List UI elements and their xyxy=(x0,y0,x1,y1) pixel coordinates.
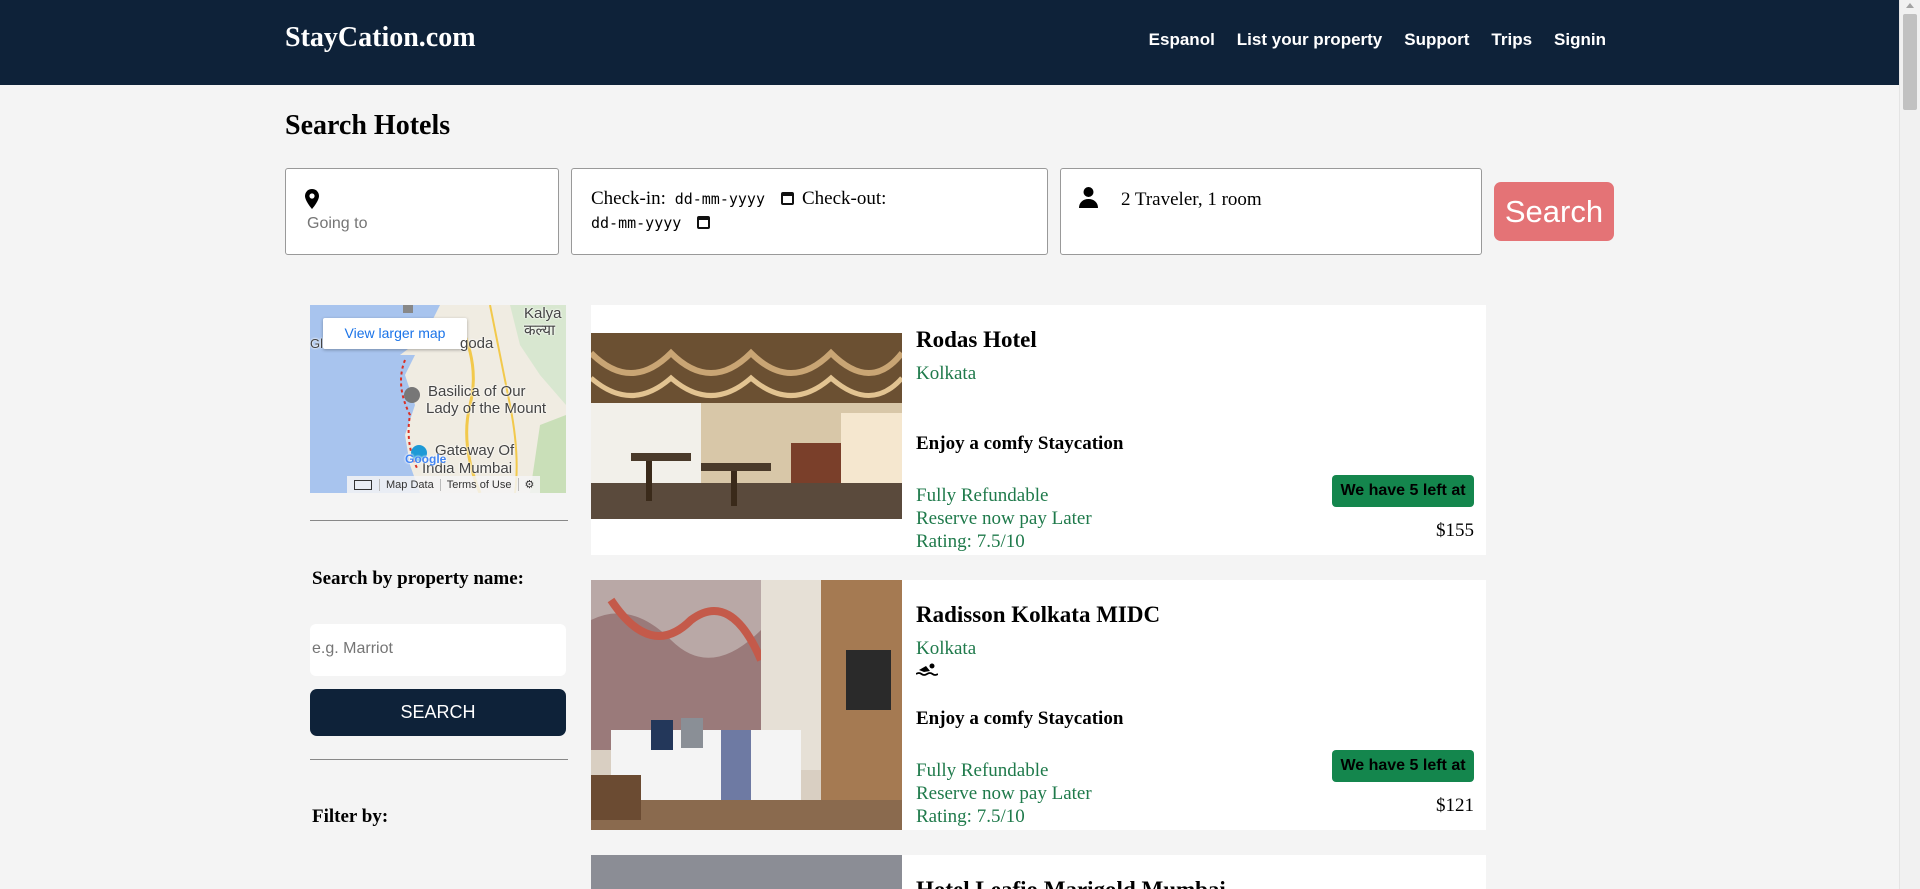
checkin-calendar-icon[interactable] xyxy=(781,192,794,205)
map-pin-icon xyxy=(305,189,319,209)
map-data-link[interactable]: Map Data xyxy=(379,478,440,491)
hotel-tagline: Enjoy a comfy Staycation xyxy=(916,708,1124,729)
hotel-name[interactable]: Radisson Kolkata MIDC xyxy=(916,602,1160,628)
hotel-card[interactable]: Hotel Leafio Marigold Mumbai xyxy=(591,855,1486,889)
scroll-up-arrow-icon[interactable] xyxy=(1906,3,1914,8)
page-title: Search Hotels xyxy=(285,110,451,141)
nav-links: Espanol List your property Support Trips… xyxy=(1149,30,1606,50)
person-icon xyxy=(1079,187,1098,208)
filter-heading: Filter by: xyxy=(312,806,389,827)
map-footer: Map Data Terms of Use ⚙ xyxy=(347,476,541,493)
page-scrollbar[interactable] xyxy=(1899,0,1920,889)
nav-support[interactable]: Support xyxy=(1404,30,1469,50)
checkout-label: Check-out: xyxy=(802,188,887,209)
map-label: कल्या xyxy=(524,322,555,339)
map-label: goda xyxy=(460,335,494,352)
hotel-image[interactable] xyxy=(591,580,902,830)
swimming-icon xyxy=(916,663,938,676)
refund-text: Fully Refundable xyxy=(916,760,1049,781)
availability-badge: We have 5 left at xyxy=(1332,475,1474,507)
sidebar-divider xyxy=(310,520,568,521)
hotel-name[interactable]: Hotel Leafio Marigold Mumbai xyxy=(916,877,1226,889)
reserve-text: Reserve now pay Later xyxy=(916,508,1092,529)
nav-espanol[interactable]: Espanol xyxy=(1149,30,1215,50)
travelers-selector[interactable]: 2 Traveler, 1 room xyxy=(1060,168,1482,255)
nav-trips[interactable]: Trips xyxy=(1491,30,1532,50)
map-label: Gateway Of xyxy=(435,442,515,459)
availability-badge: We have 5 left at xyxy=(1332,750,1474,782)
hotel-price: $121 xyxy=(1436,795,1474,816)
property-search-button[interactable]: SEARCH xyxy=(310,689,566,736)
top-navbar: StayCation.com Espanol List your propert… xyxy=(0,0,1899,85)
bedroom-photo xyxy=(591,580,902,830)
property-name-input[interactable]: e.g. Marriot xyxy=(310,624,566,676)
google-logo: Google xyxy=(405,452,447,466)
map-label: Basilica of Our xyxy=(428,383,526,400)
hotel-tagline: Enjoy a comfy Staycation xyxy=(916,433,1124,454)
hotel-card[interactable]: Radisson Kolkata MIDC Kolkata Enjoy a co… xyxy=(591,580,1486,830)
rating-text: Rating: 7.5/10 xyxy=(916,806,1025,827)
hotel-city: Kolkata xyxy=(916,638,977,659)
hotel-image[interactable] xyxy=(591,855,902,889)
checkin-input[interactable]: dd-mm-yyyy xyxy=(675,190,765,208)
checkout-calendar-icon[interactable] xyxy=(697,216,711,229)
brand-logo[interactable]: StayCation.com xyxy=(285,22,476,54)
hotel-image[interactable] xyxy=(591,333,902,519)
location-input[interactable]: Going to xyxy=(285,168,559,255)
checkout-input[interactable]: dd-mm-yyyy xyxy=(591,214,681,232)
checkin-label: Check-in: xyxy=(591,188,666,209)
terms-of-use-link[interactable]: Terms of Use xyxy=(439,478,518,491)
map-label: Gl xyxy=(310,336,323,351)
keyboard-icon[interactable] xyxy=(354,479,372,490)
hotel-price: $155 xyxy=(1436,520,1474,541)
map-embed[interactable]: View larger map Kalya कल्या Gl goda Basi… xyxy=(310,305,566,493)
view-larger-map-link[interactable]: View larger map xyxy=(323,318,467,349)
scroll-thumb[interactable] xyxy=(1903,14,1917,110)
hotel-city: Kolkata xyxy=(916,363,977,384)
rating-text: Rating: 7.5/10 xyxy=(916,531,1025,552)
search-button[interactable]: Search xyxy=(1494,182,1614,241)
restaurant-photo xyxy=(591,333,902,519)
hotel-card[interactable]: Rodas Hotel Kolkata Enjoy a comfy Stayca… xyxy=(591,305,1486,555)
nav-list-property[interactable]: List your property xyxy=(1237,30,1382,50)
sidebar-divider xyxy=(310,759,568,760)
hotel-name[interactable]: Rodas Hotel xyxy=(916,327,1037,353)
property-name-heading: Search by property name: xyxy=(312,568,524,589)
refund-text: Fully Refundable xyxy=(916,485,1049,506)
location-placeholder: Going to xyxy=(307,215,368,232)
date-picker-box: Check-in: dd-mm-yyyy Check-out: dd-mm-yyy… xyxy=(571,168,1048,255)
reserve-text: Reserve now pay Later xyxy=(916,783,1092,804)
map-label: Lady of the Mount xyxy=(426,400,547,417)
travelers-value: 2 Traveler, 1 room xyxy=(1121,189,1262,210)
nav-signin[interactable]: Signin xyxy=(1554,30,1606,50)
report-icon[interactable]: ⚙ xyxy=(517,478,541,491)
